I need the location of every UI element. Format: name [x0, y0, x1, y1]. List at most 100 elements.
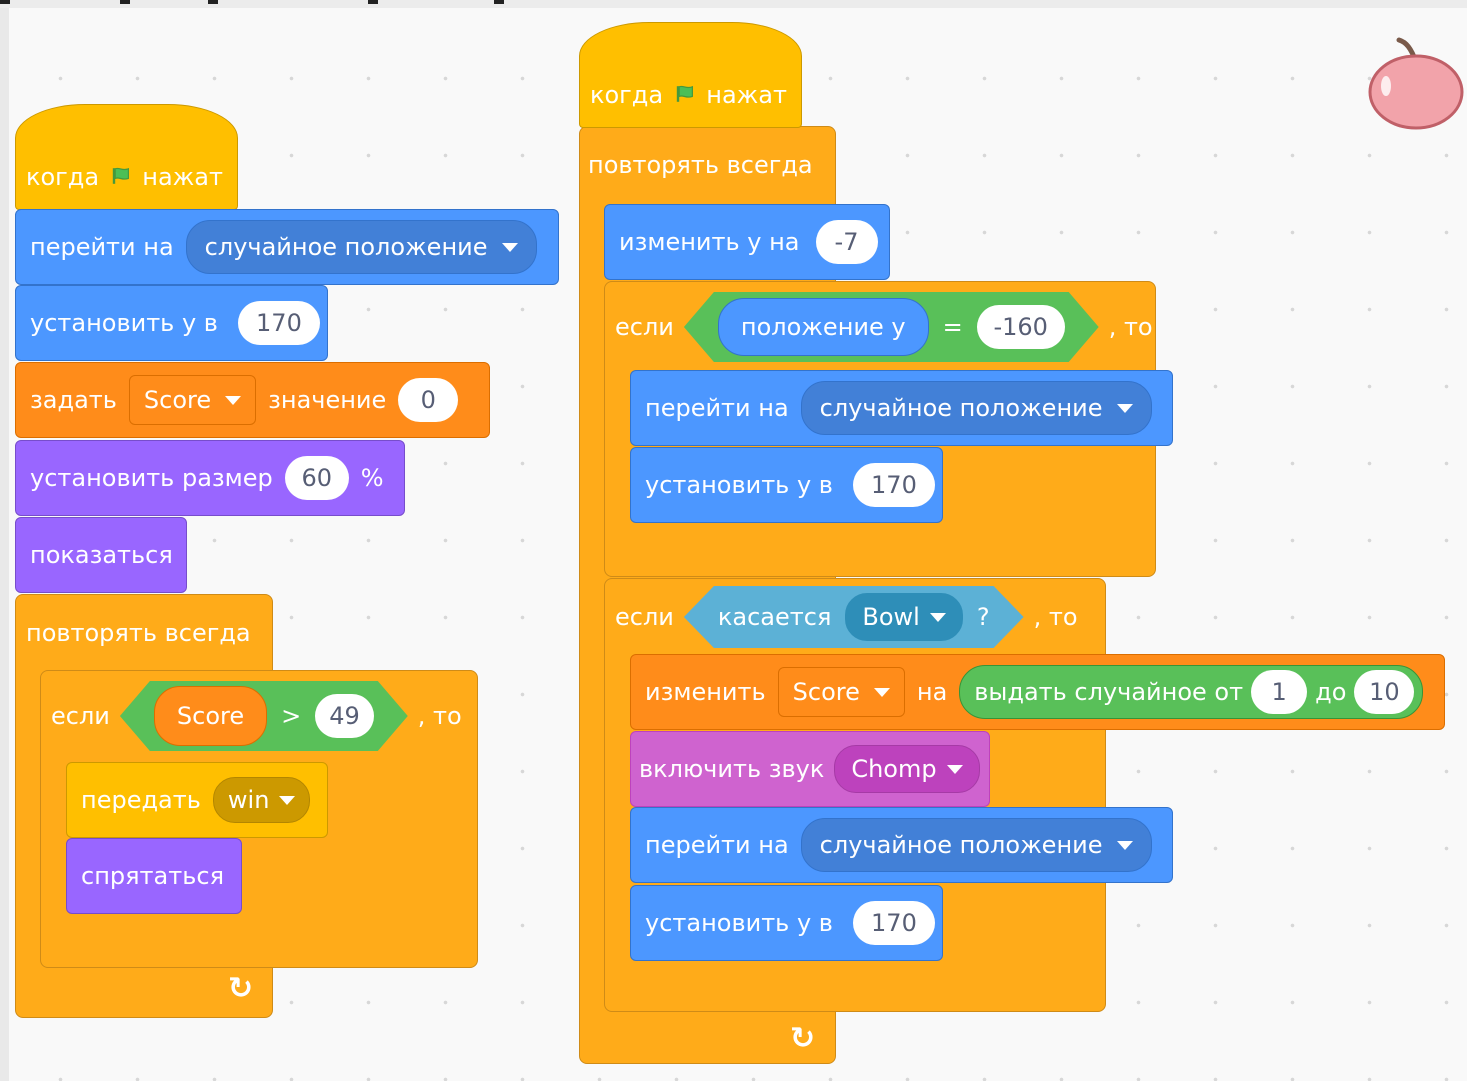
when-flag-clicked-hat[interactable]: когда нажат [15, 104, 238, 210]
random-to-input[interactable]: 10 [1354, 670, 1415, 714]
y-value-input[interactable]: 170 [852, 901, 935, 945]
touching-sensing-block[interactable]: касается Bowl ? [684, 586, 1024, 648]
chevron-down-icon [873, 687, 890, 697]
hide-label: спрятаться [81, 862, 225, 890]
set-y-block[interactable]: установить у в 170 [15, 285, 328, 361]
go-to-target-dropdown[interactable]: случайное положение [185, 220, 537, 274]
go-to-target-dropdown[interactable]: случайное положение [800, 818, 1152, 872]
play-sound-label: включить звук [639, 755, 825, 783]
change-y-input[interactable]: -7 [815, 220, 878, 264]
chevron-down-icon [501, 242, 518, 252]
cropped-glyph [368, 0, 378, 4]
greater-than-operator[interactable]: Score > 49 [120, 681, 408, 751]
variable-name: Score [143, 386, 212, 414]
loop-arrow-icon: ↻ [790, 1021, 816, 1056]
go-to-label: перейти на [645, 394, 789, 422]
y-value-input[interactable]: 170 [237, 301, 320, 345]
forever-label: повторять всегда [588, 151, 813, 179]
go-to-label: перейти на [30, 233, 174, 261]
if-label: если [615, 603, 674, 631]
broadcast-label: передать [81, 786, 201, 814]
touching-object: Bowl [862, 603, 920, 631]
show-block[interactable]: показаться [15, 517, 187, 593]
then-label: , то [417, 702, 462, 730]
set-variable-label: задать [30, 386, 117, 414]
cropped-glyph [0, 0, 10, 4]
chevron-down-icon [279, 795, 296, 805]
go-to-target: случайное положение [819, 831, 1103, 859]
when-flag-clicked-hat[interactable]: когда нажат [579, 22, 802, 128]
hide-block[interactable]: спрятаться [66, 838, 242, 914]
when-label: когда [26, 163, 100, 191]
go-to-block[interactable]: перейти на случайное положение [15, 209, 559, 285]
green-flag-icon [676, 85, 694, 102]
apple-icon[interactable] [1366, 34, 1466, 134]
size-value-input[interactable]: 60 [284, 456, 349, 500]
chevron-down-icon [1116, 840, 1133, 850]
when-label: когда [590, 81, 664, 109]
clicked-label: нажат [706, 81, 787, 109]
set-variable-block[interactable]: задать Score значение 0 [15, 362, 490, 438]
chevron-down-icon [930, 613, 946, 622]
set-y-label: установить у в [645, 909, 833, 937]
go-to-target-dropdown[interactable]: случайное положение [800, 381, 1152, 435]
set-y-block[interactable]: установить у в 170 [630, 885, 943, 961]
variable-dropdown[interactable]: Score [128, 375, 257, 425]
top-cropped-bar [0, 0, 1467, 8]
variable-name: Score [792, 678, 860, 706]
clicked-label: нажат [142, 163, 223, 191]
variable-value-input[interactable]: 0 [398, 378, 459, 422]
sound-dropdown[interactable]: Chomp [834, 745, 980, 793]
cropped-glyph [494, 0, 504, 4]
random-to-label: до [1315, 678, 1347, 706]
go-to-target: случайное положение [819, 394, 1103, 422]
change-variable-block[interactable]: изменить Score на выдать случайное от 1 … [630, 654, 1445, 730]
forever-label: повторять всегда [26, 619, 251, 647]
percent-label: % [360, 464, 384, 492]
compare-value[interactable]: -160 [977, 305, 1065, 349]
pick-random-operator[interactable]: выдать случайное от 1 до 10 [959, 665, 1424, 719]
random-from-input[interactable]: 1 [1251, 670, 1308, 714]
chevron-down-icon [1116, 403, 1133, 413]
set-size-label: установить размер [30, 464, 273, 492]
y-value-input[interactable]: 170 [852, 463, 935, 507]
touching-label: касается [717, 603, 832, 631]
go-to-block[interactable]: перейти на случайное положение [630, 807, 1173, 883]
if-label: если [615, 313, 674, 341]
set-y-block[interactable]: установить у в 170 [630, 447, 943, 523]
by-label: на [916, 678, 948, 706]
variable-dropdown[interactable]: Score [777, 667, 905, 717]
go-to-target: случайное положение [204, 233, 488, 261]
y-position-reporter[interactable]: положение у [718, 298, 929, 356]
equals-operator[interactable]: положение у = -160 [684, 292, 1099, 362]
sound-name: Chomp [851, 755, 937, 783]
change-variable-label: изменить [645, 678, 766, 706]
play-sound-block[interactable]: включить звук Chomp [630, 731, 990, 807]
chevron-down-icon [225, 395, 242, 405]
then-label: , то [1108, 313, 1153, 341]
set-size-block[interactable]: установить размер 60 % [15, 440, 405, 516]
set-y-label: установить у в [645, 471, 833, 499]
then-label: , то [1033, 603, 1078, 631]
set-y-label: установить у в [30, 309, 218, 337]
cropped-glyph [120, 0, 130, 4]
cropped-glyph [208, 0, 218, 4]
pick-random-label: выдать случайное от [974, 678, 1244, 706]
change-y-block[interactable]: изменить у на -7 [604, 204, 890, 280]
chevron-down-icon [946, 764, 963, 774]
broadcast-block[interactable]: передать win [66, 762, 328, 838]
go-to-label: перейти на [645, 831, 789, 859]
compare-value[interactable]: 49 [315, 694, 374, 738]
touching-object-dropdown[interactable]: Bowl [845, 593, 962, 641]
operator-symbol: = [942, 313, 963, 341]
to-value-label: значение [268, 386, 387, 414]
score-reporter[interactable]: Score [154, 686, 267, 746]
left-edge [0, 8, 9, 1081]
if-label: если [51, 702, 110, 730]
operator-symbol: > [281, 702, 302, 730]
go-to-block[interactable]: перейти на случайное положение [630, 370, 1173, 446]
message-dropdown[interactable]: win [212, 777, 311, 823]
change-y-label: изменить у на [619, 228, 800, 256]
question-mark: ? [976, 603, 990, 631]
green-flag-icon [112, 167, 130, 184]
